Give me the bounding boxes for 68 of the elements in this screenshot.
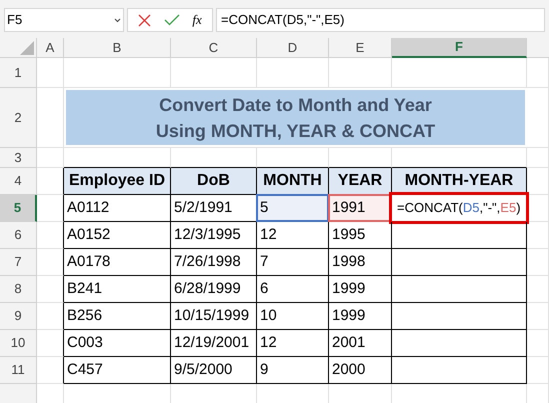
column-header[interactable]: D [257,38,329,58]
table-cell: 1995 [329,222,392,249]
grid-cell[interactable] [37,330,64,357]
table-cell: 1999 [329,303,392,330]
table-cell: 12 [257,222,329,249]
row-header[interactable]: 11 [0,357,37,384]
title-line: Using MONTH, YEAR & CONCAT [156,120,436,143]
row-header[interactable]: 6 [0,222,37,249]
table-cell: 12/19/2001 [171,330,257,357]
table-cell: 6 [257,276,329,303]
grid-cell[interactable] [37,195,64,222]
insert-function-button[interactable]: fx [192,10,202,30]
table-cell: A0112 [64,195,171,222]
table-cell: B241 [64,276,171,303]
row-header[interactable]: 3 [0,148,37,168]
row-header[interactable]: 8 [0,276,37,303]
name-box[interactable]: F5 [4,8,124,32]
column-heading: MONTH [257,168,329,195]
table-cell: 10/15/1999 [171,303,257,330]
table-cell: 10 [257,303,329,330]
table-cell: C003 [64,330,171,357]
row-header[interactable]: 4 [0,168,37,195]
column-header[interactable]: F [392,38,527,58]
title-line: Convert Date to Month and Year [159,94,432,116]
row-header[interactable]: 1 [0,58,37,88]
row-header[interactable]: 10 [0,330,37,357]
table-cell: 1998 [329,249,392,276]
grid-cell[interactable] [37,222,64,249]
table-cell: 2001 [329,330,392,357]
row-header[interactable]: 5 [0,195,37,222]
active-cell[interactable]: =CONCAT(D5,"-",E5) [392,195,527,222]
row-header[interactable]: 2 [0,88,37,148]
column-header[interactable]: C [171,38,257,58]
table-cell: 9 [257,357,329,384]
close-icon[interactable] [138,14,152,26]
grid-cell[interactable] [37,357,64,384]
table-cell: 2000 [329,357,392,384]
table-cell: C457 [64,357,171,384]
column-heading: Employee ID [64,168,171,195]
check-icon[interactable] [164,14,180,26]
row-header[interactable]: 9 [0,303,37,330]
formula-bar[interactable]: =CONCAT(D5,"-",E5) [216,8,545,32]
table-cell: 12/3/1995 [171,222,257,249]
grid-cell[interactable] [37,249,64,276]
table-cell: 7/26/1998 [171,249,257,276]
column-header[interactable]: E [329,38,392,58]
cell-reference: F5 [7,11,22,30]
select-all-icon[interactable] [20,41,34,55]
table-cell: B256 [64,303,171,330]
caret-icon [114,18,121,22]
row-header[interactable]: 7 [0,249,37,276]
table-cell: 5 [257,195,329,222]
column-header[interactable] [527,38,549,58]
table-cell: 9/5/2000 [171,357,257,384]
grid-cell[interactable] [37,276,64,303]
table-cell: 7 [257,249,329,276]
column-header[interactable]: A [37,38,64,58]
table-cell: 6/28/1999 [171,276,257,303]
table-cell: 12 [257,330,329,357]
column-heading: DoB [171,168,257,195]
column-heading: YEAR [329,168,392,195]
table-cell: 5/2/1991 [171,195,257,222]
grid-cell[interactable] [37,303,64,330]
table-cell: A0178 [64,249,171,276]
table-cell: 1999 [329,276,392,303]
table-cell: A0152 [64,222,171,249]
table-cell: 1991 [329,195,392,222]
column-header[interactable]: B [64,38,171,58]
